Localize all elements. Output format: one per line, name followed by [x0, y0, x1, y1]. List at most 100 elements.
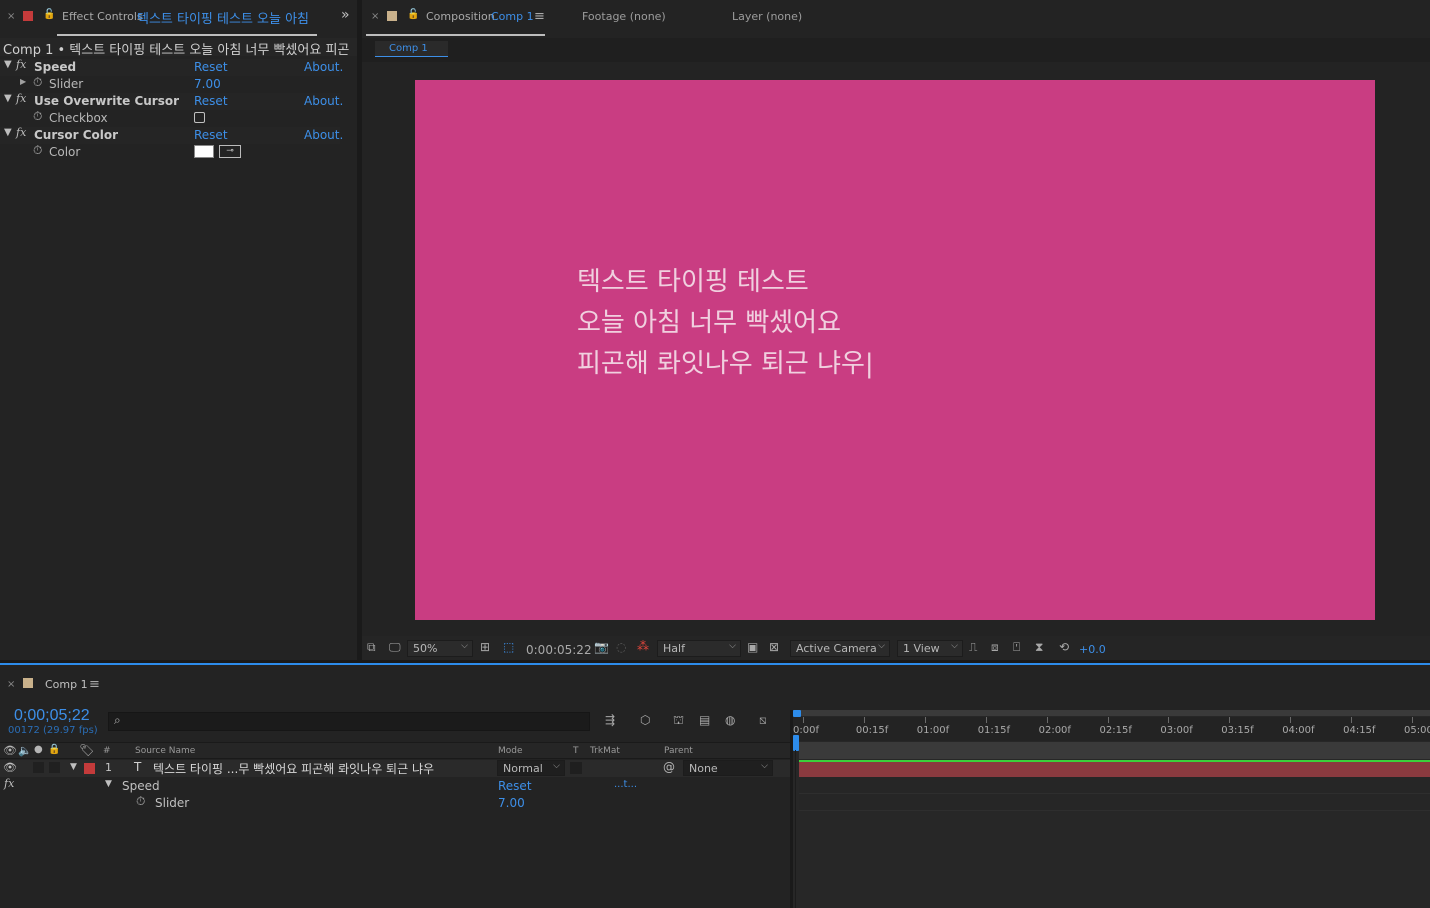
- exposure-value[interactable]: +0.0: [1079, 643, 1106, 656]
- close-icon[interactable]: ×: [7, 679, 15, 690]
- panel-menu-icon[interactable]: ≡: [89, 677, 100, 692]
- stopwatch-icon[interactable]: ⏱: [136, 794, 145, 809]
- solo-icon[interactable]: ●: [34, 744, 43, 755]
- slider-value[interactable]: 7.00: [498, 796, 525, 810]
- fx-icon[interactable]: fx: [4, 777, 14, 790]
- time-ruler[interactable]: 0:00f 00:15f 01:00f 01:15f 02:00f 02:15f 03:00…: [793, 717, 1430, 741]
- lock-switch[interactable]: [49, 762, 60, 773]
- stopwatch-icon[interactable]: ⏱: [33, 75, 42, 90]
- slider-property-row[interactable]: ⏱ Slider 7.00: [0, 794, 790, 811]
- eyedropper-icon[interactable]: ⊸: [219, 145, 241, 158]
- panel-overflow-icon[interactable]: »: [341, 7, 350, 23]
- collapse-triangle-icon[interactable]: ▼: [4, 93, 12, 104]
- effect-row-speed[interactable]: ▼ fx Speed Reset About.: [0, 58, 343, 76]
- playhead-handle[interactable]: [793, 735, 799, 751]
- viewer-timecode[interactable]: 0:00:05:22: [526, 643, 592, 657]
- label-tag-icon[interactable]: 🏷: [79, 743, 94, 757]
- effect-controls-layer-name[interactable]: 텍스트 타이핑 테스트 오늘 아침: [137, 8, 319, 27]
- close-icon[interactable]: ×: [7, 11, 15, 22]
- reset-link[interactable]: Reset: [194, 128, 228, 142]
- view-layout-dropdown[interactable]: 1 View ⌵: [897, 640, 963, 657]
- frame-blending-icon[interactable]: ▤: [699, 713, 710, 727]
- about-link[interactable]: About.: [304, 60, 343, 74]
- effect-row-use-overwrite-cursor[interactable]: ▼ fx Use Overwrite Cursor Reset About.: [0, 92, 343, 110]
- comp-subtab[interactable]: Comp 1: [375, 41, 448, 57]
- channels-icon[interactable]: ⁂: [637, 639, 649, 653]
- video-visibility-icon[interactable]: 👁: [3, 744, 17, 757]
- mask-visibility-icon[interactable]: ⬚: [503, 640, 514, 654]
- reset-link[interactable]: Reset: [498, 779, 532, 793]
- safe-margins-icon[interactable]: ⊞: [480, 640, 490, 654]
- collapse-triangle-icon[interactable]: ▼: [105, 779, 112, 789]
- camera-dropdown[interactable]: Active Camera ⌵: [790, 640, 890, 657]
- fx-icon[interactable]: fx: [16, 58, 26, 71]
- color-swatch[interactable]: [194, 145, 214, 158]
- work-area-bar[interactable]: [793, 710, 1430, 716]
- audio-icon[interactable]: 🔈: [18, 744, 32, 757]
- always-preview-icon[interactable]: ⧉: [367, 640, 376, 655]
- overwrite-cursor-checkbox[interactable]: [194, 112, 205, 123]
- reset-exposure-icon[interactable]: ⟲: [1059, 640, 1069, 654]
- composition-mini-flowchart-icon[interactable]: ⇶: [605, 713, 615, 727]
- close-icon[interactable]: ×: [371, 11, 379, 22]
- visibility-eye-icon[interactable]: 👁: [3, 761, 17, 774]
- pick-whip-icon[interactable]: @: [663, 760, 675, 774]
- layer-duration-bar[interactable]: [799, 760, 1430, 777]
- timeline-icon[interactable]: ⍞: [1013, 640, 1020, 655]
- draft-3d-icon[interactable]: ⬡: [640, 713, 650, 727]
- effect-row-cursor-color[interactable]: ▼ fx Cursor Color Reset About.: [0, 126, 343, 144]
- composition-tab-label[interactable]: Composition: [426, 10, 495, 23]
- stopwatch-icon[interactable]: ⏱: [33, 109, 42, 124]
- parent-dropdown[interactable]: None ⌵: [683, 760, 773, 776]
- layer-name[interactable]: 텍스트 타이핑 ...무 빡셌어요 피곤해 롸잇나우 퇴근 냐우: [153, 760, 488, 777]
- reset-link[interactable]: Reset: [194, 60, 228, 74]
- preserve-transparency-switch[interactable]: [570, 762, 582, 774]
- solo-switch[interactable]: [33, 762, 44, 773]
- snapshot-camera-icon[interactable]: 📷: [594, 640, 609, 654]
- flowchart-icon[interactable]: ⧗: [1035, 640, 1043, 655]
- work-area-start-handle[interactable]: [793, 710, 801, 717]
- fx-icon[interactable]: fx: [16, 126, 26, 139]
- fast-previews-icon[interactable]: ⧈: [991, 640, 999, 655]
- canvas-text-block[interactable]: 텍스트 타이핑 테스트 오늘 아침 너무 빡셌어요 피곤해 롸잇나우 퇴근 냐우…: [577, 262, 874, 385]
- layer-search-input[interactable]: ⌕: [108, 712, 590, 731]
- blend-mode-dropdown[interactable]: Normal ⌵: [497, 760, 565, 776]
- layer-tab[interactable]: Layer (none): [732, 10, 802, 23]
- lock-icon[interactable]: 🔒: [48, 744, 60, 755]
- collapse-triangle-icon[interactable]: ▼: [4, 59, 12, 70]
- shy-layers-icon[interactable]: ⛫: [673, 713, 684, 729]
- composition-canvas[interactable]: 텍스트 타이핑 테스트 오늘 아침 너무 빡셌어요 피곤해 롸잇나우 퇴근 냐우…: [415, 80, 1375, 620]
- effect-property-row[interactable]: fx ▼ Speed Reset ...t...: [0, 777, 790, 794]
- panel-menu-icon[interactable]: ≡: [534, 9, 545, 24]
- resolution-dropdown[interactable]: Half ⌵: [657, 640, 741, 657]
- show-snapshot-icon[interactable]: ◌: [616, 640, 626, 654]
- footage-tab[interactable]: Footage (none): [582, 10, 666, 23]
- region-of-interest-icon[interactable]: ▣: [747, 640, 758, 654]
- lock-icon[interactable]: 🔓: [407, 9, 419, 20]
- transparency-grid-icon[interactable]: ⊠: [769, 640, 779, 654]
- effect-controls-tab-label[interactable]: Effect Controls: [62, 10, 143, 23]
- about-link[interactable]: About.: [304, 128, 343, 142]
- stopwatch-icon[interactable]: ⏱: [33, 143, 42, 158]
- fx-icon[interactable]: fx: [16, 92, 26, 105]
- time-graph[interactable]: 0:00f 00:15f 01:00f 01:15f 02:00f 02:15f 03:00…: [793, 710, 1430, 908]
- zoom-dropdown[interactable]: 50% ⌵: [407, 640, 473, 657]
- toggle-pixel-aspect-icon[interactable]: ⎍: [969, 640, 977, 655]
- about-link[interactable]: About.: [304, 94, 343, 108]
- monitor-icon[interactable]: 🖵: [389, 640, 401, 655]
- collapse-triangle-icon[interactable]: ▼: [4, 127, 12, 138]
- collapse-triangle-icon[interactable]: ▼: [70, 762, 77, 772]
- lock-icon[interactable]: 🔓: [43, 9, 55, 20]
- composition-tab-comp[interactable]: Comp 1: [491, 10, 534, 23]
- effect-options-link[interactable]: ...t...: [614, 779, 637, 790]
- current-time-display[interactable]: 0;00;05;22: [14, 707, 90, 725]
- layer-row[interactable]: 👁 ▼ 1 T 텍스트 타이핑 ...무 빡셌어요 피곤해 롸잇나우 퇴근 냐우…: [0, 760, 790, 777]
- slider-value[interactable]: 7.00: [194, 77, 221, 91]
- expand-triangle-icon[interactable]: ▶: [20, 77, 26, 86]
- motion-blur-icon[interactable]: ◍: [725, 713, 735, 727]
- timeline-tab-label[interactable]: Comp 1: [45, 678, 88, 691]
- layer-label-color[interactable]: [84, 763, 95, 774]
- graph-editor-icon[interactable]: ⧅: [759, 713, 767, 728]
- reset-link[interactable]: Reset: [194, 94, 228, 108]
- column-source-name[interactable]: Source Name: [135, 746, 195, 756]
